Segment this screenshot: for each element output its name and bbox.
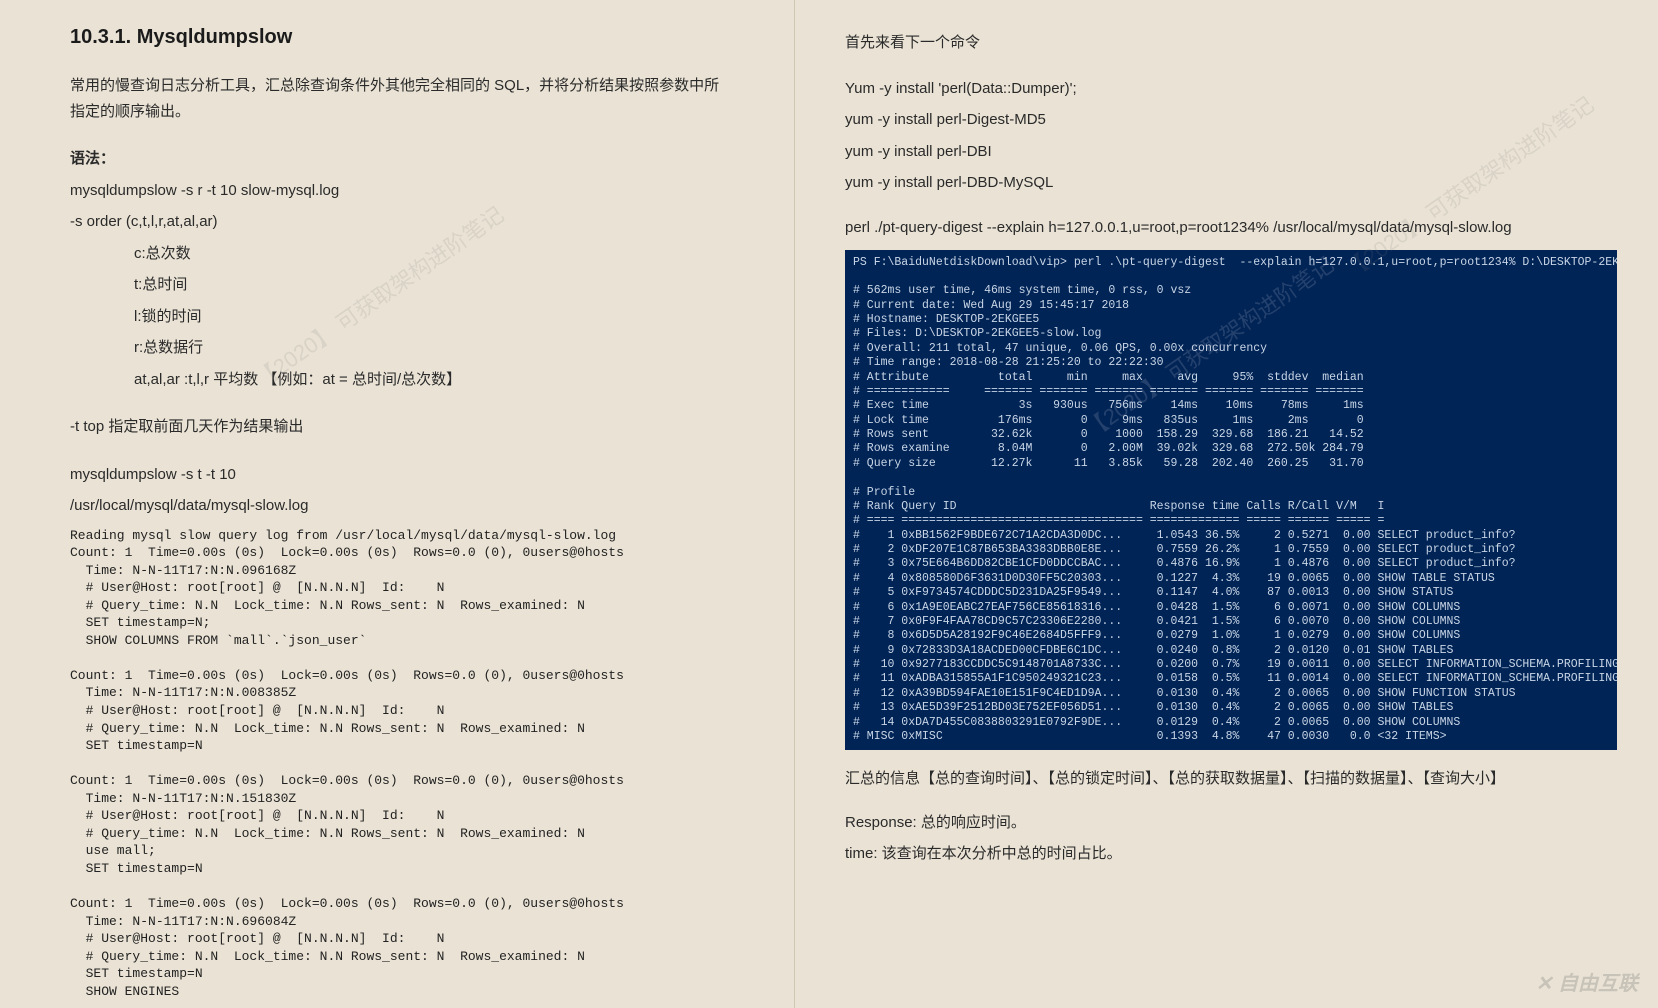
option-c: c:总次数 bbox=[70, 241, 734, 267]
syntax-line: mysqldumpslow -s r -t 10 slow-mysql.log bbox=[70, 178, 734, 204]
perl-command: perl ./pt-query-digest --explain h=127.0… bbox=[845, 216, 1617, 240]
shell-command: yum -y install perl-Digest-MD5 bbox=[845, 107, 1617, 133]
syntax-label: 语法： bbox=[70, 146, 734, 172]
right-page: 首先来看下一个命令 Yum -y install 'perl(Data::Dum… bbox=[795, 0, 1657, 1008]
logo-text: 自由互联 bbox=[1558, 973, 1638, 995]
command-line: mysqldumpslow -s t -t 10 bbox=[70, 462, 734, 488]
option-l: l:锁的时间 bbox=[70, 304, 734, 330]
logo-icon: ✕ bbox=[1536, 973, 1553, 995]
option-r: r:总数据行 bbox=[70, 335, 734, 361]
mysqldumpslow-output: Reading mysql slow query log from /usr/l… bbox=[70, 527, 734, 1001]
shell-command: yum -y install perl-DBI bbox=[845, 139, 1617, 165]
summary-paragraph: 汇总的信息【总的查询时间】、【总的锁定时间】、【总的获取数据量】、【扫描的数据量… bbox=[845, 766, 1617, 792]
option-avg: at,al,ar :t,l,r 平均数 【例如：at = 总时间/总次数】 bbox=[70, 367, 734, 393]
note-response: Response: 总的响应时间。 bbox=[845, 810, 1617, 836]
command-line: /usr/local/mysql/data/mysql-slow.log bbox=[70, 493, 734, 519]
left-page: 10.3.1. Mysqldumpslow 常用的慢查询日志分析工具，汇总除查询… bbox=[0, 0, 794, 1008]
option-top: -t top 指定取前面几天作为结果输出 bbox=[70, 414, 734, 440]
document-spread: 10.3.1. Mysqldumpslow 常用的慢查询日志分析工具，汇总除查询… bbox=[0, 0, 1658, 1008]
intro-paragraph: 常用的慢查询日志分析工具，汇总除查询条件外其他完全相同的 SQL，并将分析结果按… bbox=[70, 73, 734, 124]
section-heading: 10.3.1. Mysqldumpslow bbox=[70, 26, 734, 49]
option-t: t:总时间 bbox=[70, 272, 734, 298]
corner-watermark-logo: ✕ 自由互联 bbox=[1536, 967, 1638, 996]
syntax-line: -s order (c,t,l,r,at,al,ar) bbox=[70, 209, 734, 235]
shell-command: yum -y install perl-DBD-MySQL bbox=[845, 170, 1617, 196]
lead-paragraph: 首先来看下一个命令 bbox=[845, 30, 1617, 56]
shell-command: Yum -y install 'perl(Data::Dumper)'; bbox=[845, 76, 1617, 102]
note-time: time: 该查询在本次分析中总的时间占比。 bbox=[845, 841, 1617, 867]
powershell-output: PS F:\BaiduNetdiskDownload\vip> perl .\p… bbox=[845, 250, 1617, 751]
